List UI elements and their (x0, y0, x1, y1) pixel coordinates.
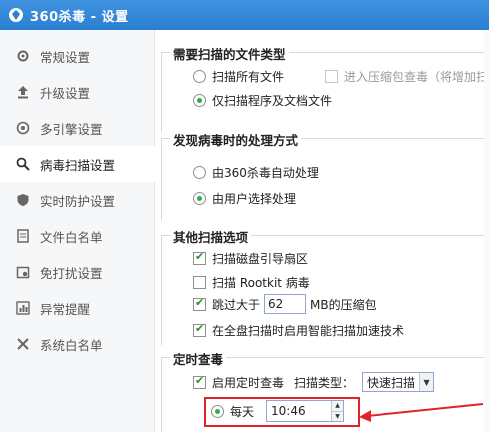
group-title: 发现病毒时的处理方式 (170, 130, 302, 149)
scan-archive-option: 进入压缩包查毒（将增加扫 (325, 68, 488, 85)
sidebar-item-label: 多引擎设置 (40, 121, 103, 137)
upload-icon (18, 86, 28, 99)
sidebar-item-engines[interactable]: 多引擎设置 (0, 110, 155, 146)
boot-sector-option[interactable]: 扫描磁盘引导扇区 (193, 250, 308, 267)
scrollbar[interactable] (484, 30, 489, 432)
group-title: 定时查毒 (170, 349, 227, 368)
scan-archive-checkbox (325, 70, 338, 83)
tools-icon (17, 338, 29, 350)
enable-schedule-checkbox[interactable] (193, 374, 206, 389)
sidebar-item-label: 实时防护设置 (40, 193, 116, 209)
skip-archive-checkbox[interactable] (193, 296, 206, 311)
sidebar-item-upgrade[interactable]: 升级设置 (0, 74, 155, 110)
sidebar-item-label: 异常提醒 (40, 301, 91, 317)
auto-handle-radio[interactable] (193, 166, 206, 179)
annotation-arrow-icon (359, 403, 484, 422)
scan-type-label: 扫描类型： (294, 375, 355, 390)
sidebar-item-realtime[interactable]: 实时防护设置 (0, 182, 155, 218)
sidebar-item-alerts[interactable]: 异常提醒 (0, 290, 155, 326)
gear-icon (17, 50, 29, 62)
chevron-down-icon: ▼ (419, 373, 434, 391)
sidebar-item-file-whitelist[interactable]: 文件白名单 (0, 218, 155, 254)
chart-icon (16, 301, 30, 315)
settings-content: 需要扫描的文件类型 扫描所有文件 进入压缩包查毒（将增加扫 仅扫描程序及文档文件… (155, 30, 489, 432)
sidebar-item-label: 免打扰设置 (40, 265, 103, 281)
group-title: 其他扫描选项 (170, 227, 252, 246)
sidebar-item-label: 文件白名单 (40, 229, 103, 245)
settings-sidebar: 常规设置 升级设置 多引擎设置 病毒扫描设置 实时防护设置 文件白名单 免打扰设… (0, 30, 155, 432)
rootkit-option[interactable]: 扫描 Rootkit 病毒 (193, 274, 310, 291)
shield-icon (17, 194, 29, 206)
smart-accel-checkbox[interactable] (193, 322, 206, 337)
smart-accel-option[interactable]: 在全盘扫描时启用智能扫描加速技术 (193, 322, 404, 339)
sidebar-item-label: 病毒扫描设置 (40, 157, 116, 173)
group-title: 需要扫描的文件类型 (170, 44, 289, 63)
scan-all-radio[interactable] (193, 70, 206, 83)
scan-type-select[interactable]: 快速扫描 ▼ (362, 372, 435, 392)
skip-size-input[interactable]: 62 (264, 294, 307, 314)
sidebar-item-virus-scan[interactable]: 病毒扫描设置 (0, 146, 155, 182)
sidebar-item-general[interactable]: 常规设置 (0, 38, 155, 74)
sidebar-item-system-whitelist[interactable]: 系统白名单 (0, 326, 155, 362)
sidebar-item-label: 常规设置 (40, 49, 91, 65)
annotation-highlight-box (204, 397, 360, 427)
scan-all-option[interactable]: 扫描所有文件 (193, 68, 284, 85)
title-bar: 360杀毒 - 设置 (0, 0, 489, 30)
user-handle-radio[interactable] (193, 192, 206, 205)
boot-sector-checkbox[interactable] (193, 250, 206, 265)
engine-icon (16, 121, 30, 135)
user-handle-option[interactable]: 由用户选择处理 (193, 190, 296, 207)
skip-archive-option[interactable]: 跳过大于 62 MB的压缩包 (193, 294, 377, 314)
rootkit-checkbox[interactable] (193, 276, 206, 289)
calendar-icon (16, 266, 30, 279)
sidebar-item-label: 系统白名单 (40, 337, 103, 353)
window-title: 360杀毒 - 设置 (30, 9, 129, 25)
scan-programs-radio[interactable] (193, 94, 206, 107)
search-icon (16, 157, 30, 171)
sidebar-item-label: 升级设置 (40, 85, 91, 101)
auto-handle-option[interactable]: 由360杀毒自动处理 (193, 164, 319, 181)
enable-schedule-option[interactable]: 启用定时查毒 扫描类型： 快速扫描 ▼ (193, 372, 435, 392)
app-logo-icon (9, 8, 23, 22)
sidebar-item-do-not-disturb[interactable]: 免打扰设置 (0, 254, 155, 290)
document-icon (17, 229, 29, 243)
scan-programs-option[interactable]: 仅扫描程序及文档文件 (193, 92, 332, 109)
